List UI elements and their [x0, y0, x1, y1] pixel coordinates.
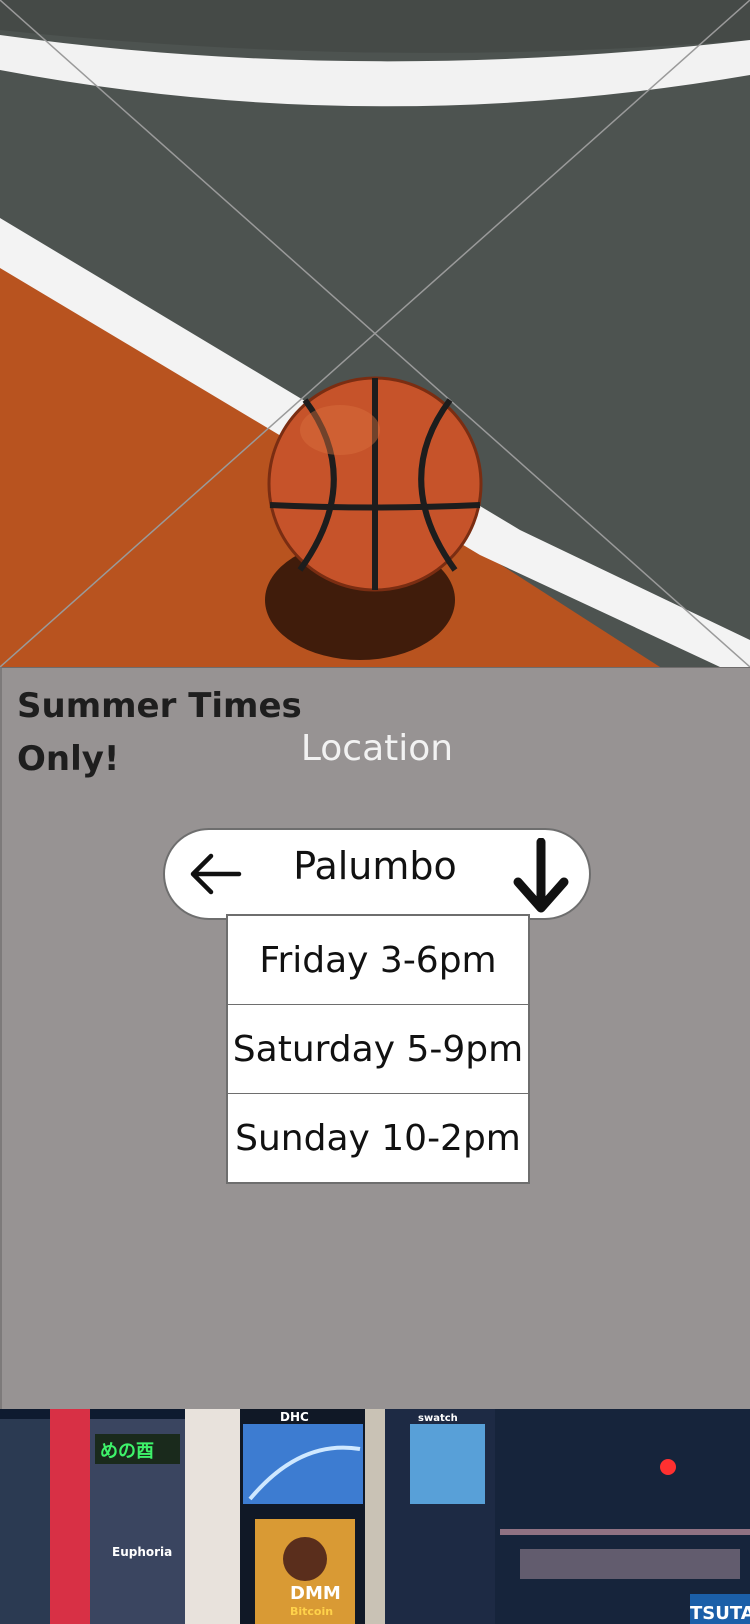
sign-dmm: DMM [290, 1583, 341, 1604]
time-dropdown-list: Friday 3-6pm Saturday 5-9pm Sunday 10-2p… [226, 914, 530, 1184]
sign-bitcoin: Bitcoin [290, 1605, 333, 1618]
hero-basketball-image [0, 0, 750, 667]
location-selector[interactable]: Palumbo [163, 828, 591, 920]
arrow-left-icon[interactable] [187, 846, 243, 902]
city-illustration: めの酉 Euphoria DHC DMM Bitcoin swatch TSUT… [0, 1409, 750, 1624]
schedule-panel: Summer Times Only! Location Palumbo Frid… [0, 667, 750, 1410]
promo-title-line2: Only! [17, 739, 120, 779]
sign-euphoria: Euphoria [112, 1545, 172, 1559]
time-option-saturday[interactable]: Saturday 5-9pm [228, 1005, 528, 1094]
basketball-court-illustration [0, 0, 750, 667]
time-option-sunday[interactable]: Sunday 10-2pm [228, 1094, 528, 1182]
promo-title-line1: Summer Times [17, 686, 302, 726]
time-option-friday[interactable]: Friday 3-6pm [228, 916, 528, 1005]
sign-dhc: DHC [280, 1410, 309, 1424]
basketball-icon [267, 376, 483, 592]
sign-swatch: swatch [418, 1413, 458, 1424]
location-label: Location [300, 728, 454, 769]
arrow-down-icon[interactable] [510, 837, 572, 914]
sign-green-neon: めの酉 [100, 1441, 154, 1462]
footer-city-image: めの酉 Euphoria DHC DMM Bitcoin swatch TSUT… [0, 1409, 750, 1624]
selected-location: Palumbo [293, 844, 457, 888]
sign-tsuta: TSUTA [690, 1603, 750, 1624]
